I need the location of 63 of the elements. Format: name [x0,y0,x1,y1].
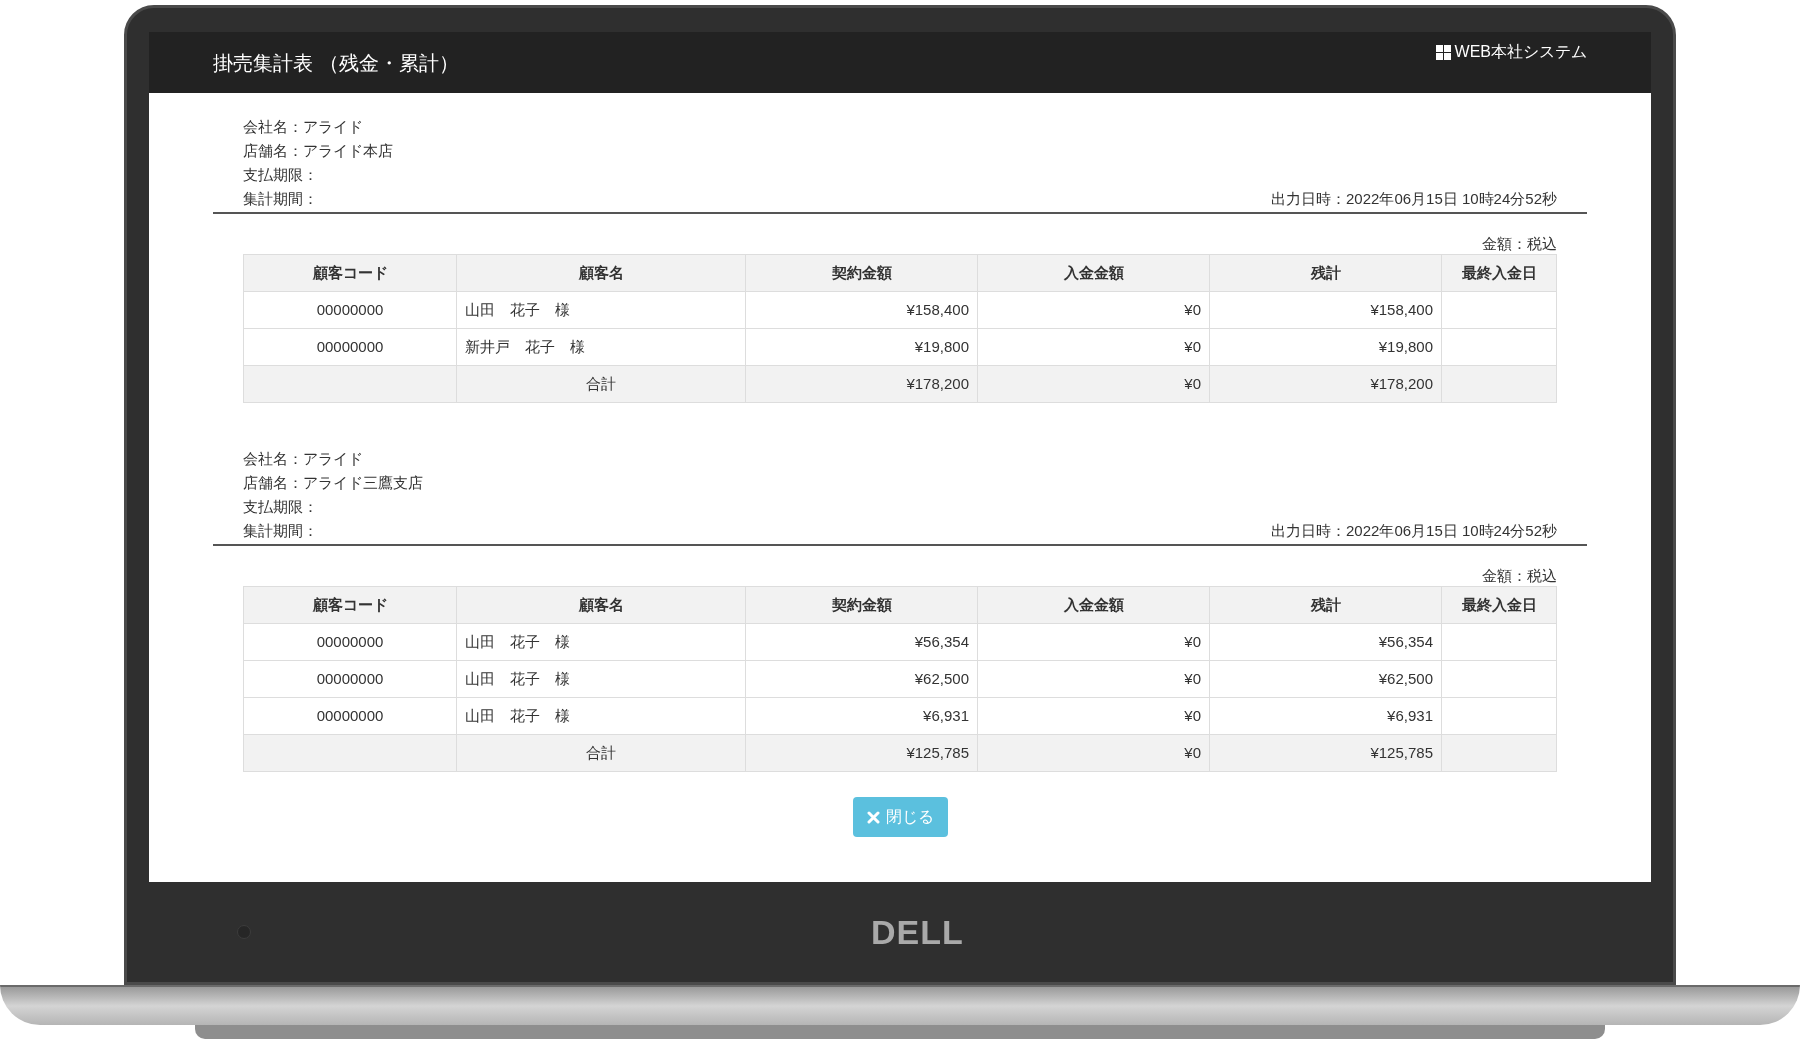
table-cell: ¥6,931 [1209,697,1442,735]
grid-icon [1435,44,1451,60]
column-header: 顧客コード [243,254,457,292]
window-title: 掛売集計表 （残金・累計） [213,51,459,76]
table-cell: ¥125,785 [745,734,978,772]
info-text: 会社名：アライド [243,117,364,137]
close-button[interactable]: 閉じる [852,797,948,837]
tax-note: 金額：税込 [1482,566,1557,586]
table-cell: ¥0 [977,365,1210,403]
column-header: 残計 [1209,586,1442,624]
column-header: 顧客名 [456,586,746,624]
table-cell: ¥0 [977,328,1210,366]
info-text: 集計期間： [243,521,319,541]
column-header: 顧客コード [243,586,457,624]
table-cell: 合計 [456,734,746,772]
info-text: 集計期間： [243,189,319,209]
table-cell: 00000000 [243,660,457,698]
table-cell: ¥62,500 [745,660,978,698]
table-cell: 00000000 [243,291,457,329]
tax-note: 金額：税込 [1482,234,1557,254]
table-cell: 合計 [456,365,746,403]
column-header: 最終入金日 [1441,586,1557,624]
table-cell: ¥19,800 [1209,328,1442,366]
table-cell: ¥56,354 [1209,623,1442,661]
table-cell: ¥0 [977,291,1210,329]
column-header: 残計 [1209,254,1442,292]
brand-logo: DELL [871,911,964,953]
info-text: 店舗名：アライド本店 [243,141,393,161]
output-time: 出力日時：2022年06月15日 10時24分52秒 [1271,521,1557,541]
table-cell: 山田 花子 様 [456,623,746,661]
table-cell: 山田 花子 様 [456,291,746,329]
output-time: 出力日時：2022年06月15日 10時24分52秒 [1271,189,1557,209]
close-icon [866,810,880,824]
info-text: 会社名：アライド [243,449,364,469]
table-cell: ¥0 [977,734,1210,772]
column-header: 入金金額 [977,586,1210,624]
table-cell: 00000000 [243,623,457,661]
table-cell: ¥158,400 [1209,291,1442,329]
table-cell: ¥0 [977,697,1210,735]
table-cell: ¥19,800 [745,328,978,366]
info-text: 店舗名：アライド三鷹支店 [243,473,423,493]
table-cell: ¥158,400 [745,291,978,329]
table-cell: 新井戸 花子 様 [456,328,746,366]
table-cell: 00000000 [243,697,457,735]
table-cell: ¥178,200 [1209,365,1442,403]
info-text: 支払期限： [243,165,319,185]
column-header: 契約金額 [745,586,978,624]
table-cell: ¥125,785 [1209,734,1442,772]
table-cell: 00000000 [243,328,457,366]
table-cell: ¥0 [977,660,1210,698]
table-cell: ¥56,354 [745,623,978,661]
column-header: 契約金額 [745,254,978,292]
table-cell: ¥0 [977,623,1210,661]
table-cell: 山田 花子 様 [456,697,746,735]
table-cell: ¥178,200 [745,365,978,403]
column-header: 最終入金日 [1441,254,1557,292]
system-name: WEB本社システム [1454,42,1587,62]
table-cell: ¥6,931 [745,697,978,735]
table-cell: ¥62,500 [1209,660,1442,698]
column-header: 入金金額 [977,254,1210,292]
info-text: 支払期限： [243,497,319,517]
table-cell: 山田 花子 様 [456,660,746,698]
column-header: 顧客名 [456,254,746,292]
